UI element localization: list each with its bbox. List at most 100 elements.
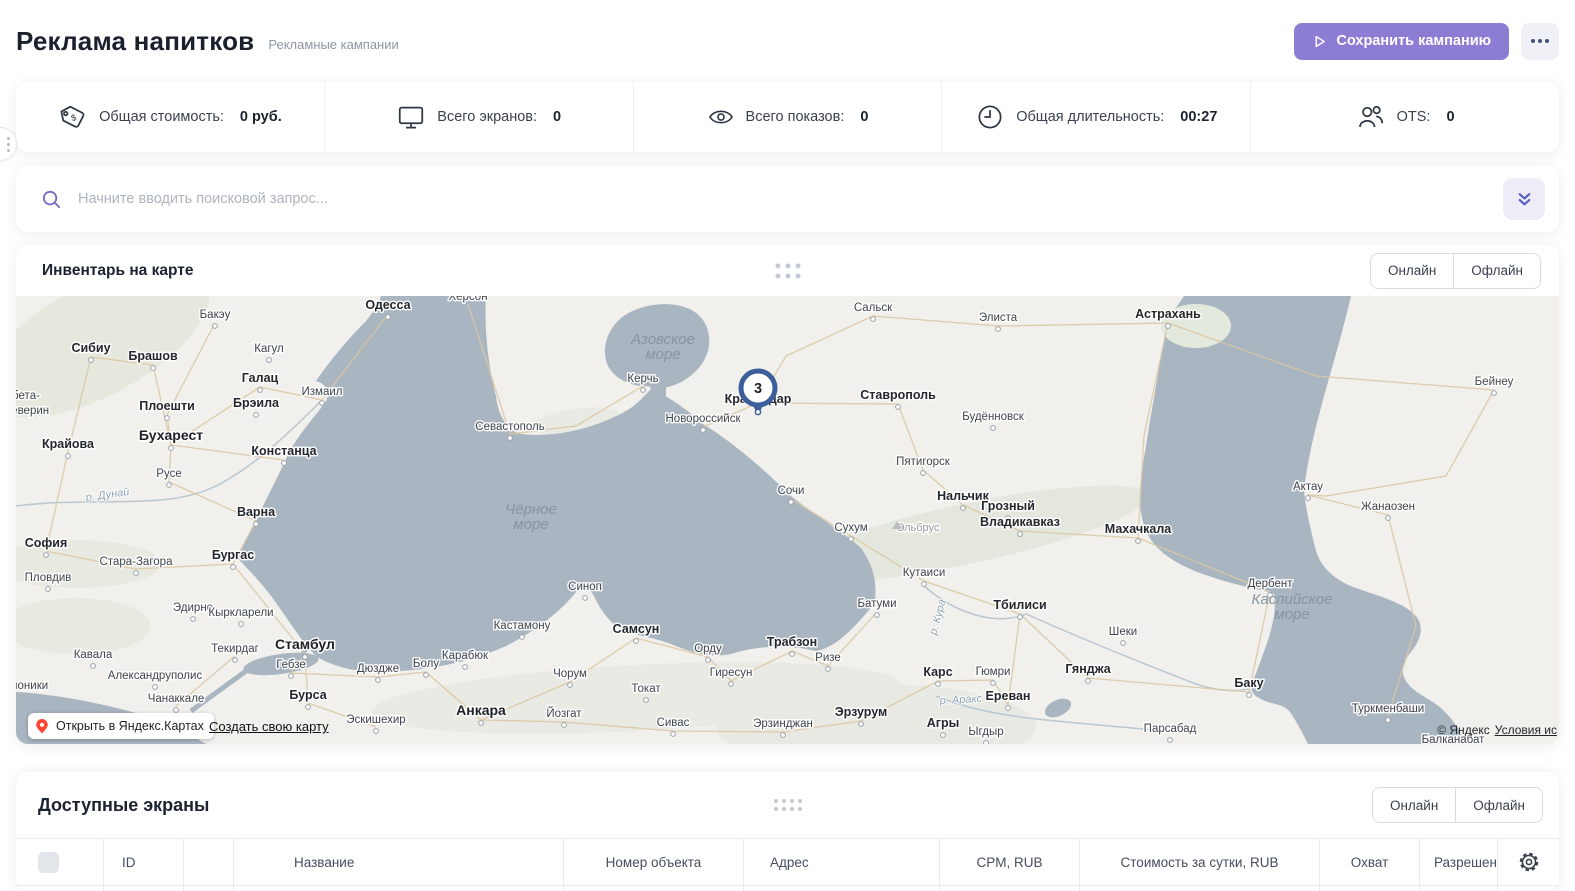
table-card-header: Доступные экраны Онлайн Офлайн <box>16 772 1559 838</box>
stat-total-impressions: Всего показов: 0 <box>634 82 943 152</box>
map-offline-button[interactable]: Офлайн <box>1453 254 1540 288</box>
create-own-map-link[interactable]: Создать свою карту <box>209 719 329 734</box>
svg-text:Махачкала: Махачкала <box>1105 522 1173 536</box>
svg-text:Брэила: Брэила <box>233 396 280 410</box>
table-online-offline-toggle: Онлайн Офлайн <box>1372 787 1543 823</box>
terms-of-use-link[interactable]: Условия ис <box>1495 723 1557 737</box>
map-section-title: Инвентарь на карте <box>42 262 193 280</box>
svg-text:Пятигорск: Пятигорск <box>896 456 951 468</box>
stat-label: Всего показов: <box>746 109 845 125</box>
stat-value: 0 <box>1446 109 1454 125</box>
svg-text:Крайова: Крайова <box>42 437 95 451</box>
svg-text:Батуми: Батуми <box>857 598 896 610</box>
drag-handle-icon[interactable] <box>775 263 800 278</box>
eye-icon <box>707 103 735 131</box>
svg-text:Брашов: Брашов <box>128 349 178 363</box>
svg-text:Гюмри: Гюмри <box>976 666 1011 678</box>
table-header-row: ID Название Номер объекта Адрес CPM, RUB… <box>16 838 1559 886</box>
svg-text:Александруполис: Александруполис <box>108 670 203 682</box>
ellipsis-icon <box>1531 39 1535 43</box>
svg-text:Парсабад: Парсабад <box>1144 723 1197 735</box>
col-cpm: CPM, RUB <box>940 839 1080 885</box>
svg-text:Агры: Агры <box>927 716 960 730</box>
svg-text:Сальск: Сальск <box>854 302 893 314</box>
svg-text:3: 3 <box>754 381 762 397</box>
drag-handle-icon[interactable] <box>774 799 802 811</box>
svg-text:Самсун: Самсун <box>613 622 660 636</box>
stat-value: 0 <box>860 109 868 125</box>
collapse-filters-button[interactable] <box>1503 178 1545 220</box>
svg-text:Гянджа: Гянджа <box>1065 662 1111 676</box>
svg-text:Кутаиси: Кутаиси <box>903 567 946 579</box>
table-online-button[interactable]: Онлайн <box>1373 788 1455 822</box>
open-in-yandex-maps-button[interactable]: Открыть в Яндекс.Картах <box>28 713 214 739</box>
map-canvas[interactable]: ХерсонБакэуОдессаСальскЭлистаАстраханьСи… <box>16 296 1559 744</box>
svg-text:Бухарест: Бухарест <box>139 427 203 443</box>
svg-text:р. Аракс: р. Аракс <box>938 693 982 707</box>
svg-text:Тбилиси: Тбилиси <box>993 598 1046 612</box>
svg-text:Кавала: Кавала <box>74 649 113 661</box>
svg-text:Сухум: Сухум <box>834 522 867 534</box>
svg-text:Анкара: Анкара <box>456 702 506 718</box>
svg-text:Будённовск: Будённовск <box>962 411 1025 423</box>
stat-label: Общая стоимость: <box>99 109 224 125</box>
svg-text:Баку: Баку <box>1234 676 1263 690</box>
svg-text:Салоники: Салоники <box>16 680 48 692</box>
table-section-title: Доступные экраны <box>38 795 209 816</box>
double-chevron-down-icon <box>1516 191 1533 208</box>
more-actions-button[interactable] <box>1521 23 1559 60</box>
stat-total-duration: Общая длительность: 00:27 <box>942 82 1251 152</box>
col-name: Название <box>234 839 564 885</box>
svg-text:Трабзон: Трабзон <box>767 635 817 649</box>
header-actions: Сохранить кампанию <box>1294 23 1559 60</box>
map-mount-label: Эльбрус <box>892 521 940 534</box>
svg-text:Сочи: Сочи <box>778 485 805 497</box>
svg-text:Одесса: Одесса <box>365 298 411 312</box>
play-icon <box>1312 34 1327 49</box>
map-inventory-card: Инвентарь на карте Онлайн Офлайн <box>16 245 1559 744</box>
svg-text:Жанаозен: Жанаозен <box>1361 501 1415 513</box>
table-offline-button[interactable]: Офлайн <box>1455 788 1542 822</box>
clock-icon <box>975 102 1005 132</box>
svg-text:Русе: Русе <box>156 468 181 480</box>
stat-label: Общая длительность: <box>1016 109 1164 125</box>
col-reach: Охват <box>1320 839 1420 885</box>
select-all-checkbox[interactable] <box>38 852 59 873</box>
svg-text:Эскишехир: Эскишехир <box>346 714 405 726</box>
stat-value: 00:27 <box>1180 109 1217 125</box>
people-icon <box>1356 102 1386 132</box>
breadcrumb: Рекламные кампании <box>268 37 398 52</box>
save-campaign-button[interactable]: Сохранить кампанию <box>1294 23 1509 60</box>
svg-text:Туркменбаши: Туркменбаши <box>1352 703 1424 715</box>
gear-icon[interactable] <box>1517 850 1541 874</box>
svg-text:Владикавказ: Владикавказ <box>980 515 1060 529</box>
svg-text:Эрзинджан: Эрзинджан <box>753 718 813 730</box>
svg-text:Йозгат: Йозгат <box>546 707 582 720</box>
save-campaign-label: Сохранить кампанию <box>1336 33 1491 49</box>
svg-text:Варна: Варна <box>237 505 276 519</box>
stat-ots: OTS: 0 <box>1251 82 1559 152</box>
available-screens-card: Доступные экраны Онлайн Офлайн ID Назван… <box>16 772 1559 891</box>
svg-text:Севастополь: Севастополь <box>475 421 544 433</box>
col-select <box>16 839 104 885</box>
grip-dots-icon <box>7 143 10 146</box>
drawer-toggle[interactable] <box>0 127 17 161</box>
search-bar <box>16 166 1559 232</box>
yandex-map: ХерсонБакэуОдессаСальскЭлистаАстраханьСи… <box>16 296 1559 744</box>
svg-text:Ыгдыр: Ыгдыр <box>968 726 1003 738</box>
svg-text:Измаил: Измаил <box>302 386 343 398</box>
price-tag-icon: $ <box>58 102 88 132</box>
map-online-button[interactable]: Онлайн <box>1371 254 1453 288</box>
yandex-copyright: © Яндекс <box>1437 723 1490 737</box>
svg-text:Бакэу: Бакэу <box>200 309 231 321</box>
svg-text:Сивас: Сивас <box>657 717 690 729</box>
col-price-per-day: Стоимость за сутки, RUB <box>1080 839 1320 885</box>
search-input[interactable] <box>76 190 1503 208</box>
col-address: Адрес <box>744 839 940 885</box>
svg-text:Астрахань: Астрахань <box>1135 307 1201 321</box>
svg-text:Текирдаг: Текирдаг <box>211 643 259 655</box>
page-title: Реклама напитков <box>16 26 254 57</box>
svg-text:Галац: Галац <box>242 371 279 385</box>
svg-text:Керчь: Керчь <box>627 373 658 385</box>
stat-label: OTS: <box>1397 109 1431 125</box>
